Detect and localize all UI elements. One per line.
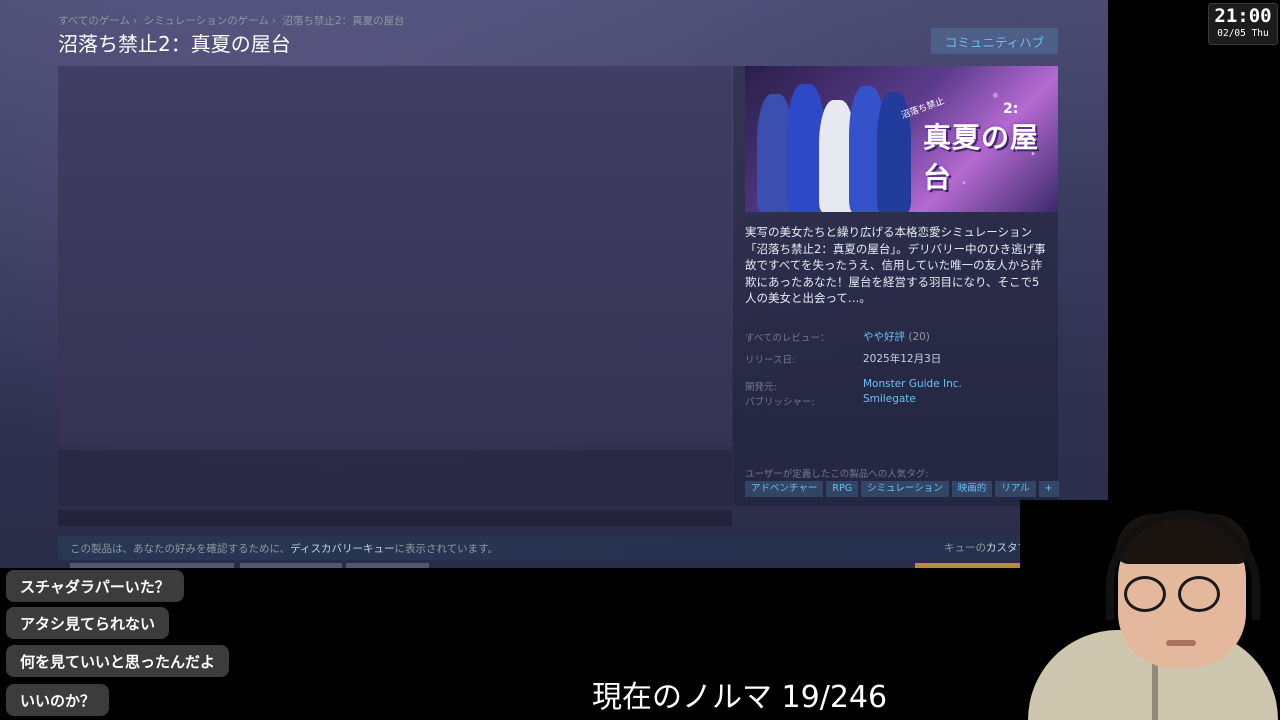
tag-cinematic[interactable]: 映画的 xyxy=(951,481,993,497)
reviews-count: (20) xyxy=(908,331,930,343)
tags-label: ユーザーが定義したこの製品への人気タグ: xyxy=(745,469,929,480)
chat-bubble: アタシ見てられない xyxy=(6,607,170,639)
publisher-link[interactable]: Smilegate xyxy=(863,393,916,405)
header-capsule-image: 沼落ち禁止 2: 真夏の屋台 xyxy=(745,66,1058,212)
tag-simulation[interactable]: シミュレーション xyxy=(861,481,949,497)
thumbnail-scrollbar[interactable] xyxy=(58,510,732,526)
breadcrumb-all-games[interactable]: すべてのゲーム xyxy=(58,15,130,27)
developer-link[interactable]: Monster Guide Inc. xyxy=(863,378,962,390)
queue-button-2[interactable] xyxy=(240,563,342,568)
reviews-value[interactable]: やや好評 xyxy=(863,331,905,343)
webcam-overlay xyxy=(1020,500,1280,720)
tag-rpg[interactable]: RPG xyxy=(826,481,859,497)
tag-list: アドベンチャー RPG シミュレーション 映画的 リアル + xyxy=(745,481,1059,497)
clock-overlay: 21:00 02/05 Thu xyxy=(1208,3,1278,45)
release-label: リリース日: xyxy=(745,355,796,366)
thumbnail-strip[interactable] xyxy=(58,450,732,506)
clock-time: 21:00 xyxy=(1214,5,1272,27)
tag-realistic[interactable]: リアル xyxy=(995,481,1036,497)
release-date: 2025年12月3日 xyxy=(863,353,942,365)
chat-bubble: 何を見ていいと思ったんだよ xyxy=(6,645,230,677)
discovery-queue-text: この製品は、あなたの好みを確認するために、ディスカバリーキューに表示されています… xyxy=(70,543,499,555)
breadcrumb: すべてのゲーム › シミュレーションのゲーム › 沼落ち禁止2：真夏の屋台 xyxy=(58,15,405,27)
capsule-logo-number: 2: xyxy=(1003,101,1019,117)
chat-bubble: いいのか？ xyxy=(6,684,110,716)
publisher-label: パブリッシャー: xyxy=(745,397,815,408)
discovery-queue-link[interactable]: ディスカバリーキュー xyxy=(290,543,394,555)
reviews-summary[interactable]: やや好評 (20) xyxy=(863,329,930,344)
reviews-label: すべてのレビュー： xyxy=(745,333,830,344)
breadcrumb-current[interactable]: 沼落ち禁止2：真夏の屋台 xyxy=(282,15,404,27)
breadcrumb-simulation[interactable]: シミュレーションのゲーム xyxy=(144,15,269,27)
community-hub-button[interactable]: コミュニティハブ xyxy=(931,28,1058,54)
queue-button-3[interactable] xyxy=(346,563,429,568)
queue-button-1[interactable] xyxy=(70,563,234,568)
developer-label: 開発元: xyxy=(745,382,777,393)
quota-caption: 現在のノルマ 19/246 xyxy=(592,680,888,715)
game-description: 実写の美女たちと繰り広げる本格恋愛シミュレーション「沼落ち禁止2：真夏の屋台」。… xyxy=(745,225,1046,305)
steam-store-window: すべてのゲーム › シミュレーションのゲーム › 沼落ち禁止2：真夏の屋台 沼落ち禁… xyxy=(0,0,1108,568)
media-player[interactable] xyxy=(58,66,732,446)
page-title: 沼落ち禁止2：真夏の屋台 xyxy=(58,32,291,56)
clock-date: 02/05 Thu xyxy=(1217,28,1269,39)
tag-more-button[interactable]: + xyxy=(1038,481,1059,497)
chat-bubble: スチャダラパーいた？ xyxy=(6,570,184,602)
capsule-logo-title: 真夏の屋台 xyxy=(923,121,1040,194)
glasses-icon xyxy=(1124,576,1166,612)
tag-adventure[interactable]: アドベンチャー xyxy=(745,481,824,497)
